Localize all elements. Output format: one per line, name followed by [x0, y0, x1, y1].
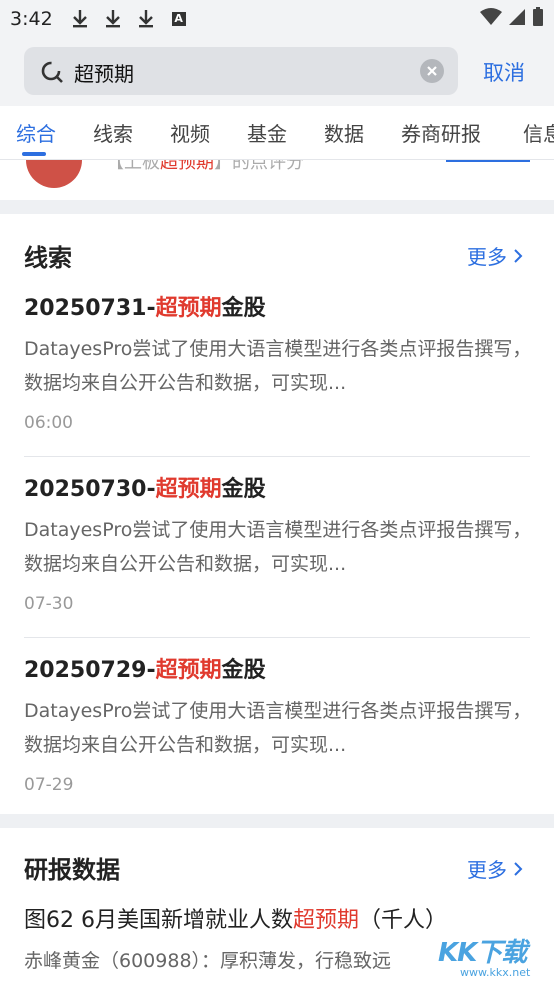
tab-info[interactable]: 信息: [523, 118, 554, 147]
divider: [24, 637, 530, 638]
clear-icon[interactable]: [420, 59, 444, 83]
divider: [24, 456, 530, 457]
tab-comprehensive[interactable]: 综合: [16, 118, 56, 147]
battery-icon: [532, 7, 544, 31]
chevron-right-icon: [513, 245, 523, 269]
partial-result-row[interactable]: 【上板超预期】的点评分: [0, 160, 554, 200]
tab-fund[interactable]: 基金: [247, 118, 287, 147]
item-time: 07-29: [24, 775, 74, 795]
a-icon: A: [171, 12, 186, 26]
clues-section: 线索 更多 20250731-超预期金股 DatayesPro尝试了使用大语言模…: [0, 214, 554, 814]
download-icon: [71, 9, 89, 29]
item-summary: DatayesPro尝试了使用大语言模型进行各类点评报告撰写，数据均来自公开公告…: [24, 519, 532, 575]
item-time: 06:00: [24, 413, 73, 433]
tab-data[interactable]: 数据: [324, 118, 364, 147]
section-title: 研报数据: [24, 856, 120, 884]
download-icon: [137, 9, 155, 29]
item-summary: DatayesPro尝试了使用大语言模型进行各类点评报告撰写，数据均来自公开公告…: [24, 338, 532, 394]
item-title: 20250729-超预期金股: [24, 658, 266, 683]
watermark-text: KK下载: [438, 938, 527, 968]
status-time: 3:42: [10, 8, 53, 30]
search-input[interactable]: 超预期: [24, 47, 458, 95]
signal-icon: [508, 8, 526, 30]
item-title: 20250731-超预期金股: [24, 296, 266, 321]
loading-search-icon: [40, 60, 64, 88]
wifi-icon: [480, 8, 502, 30]
item-summary: DatayesPro尝试了使用大语言模型进行各类点评报告撰写，数据均来自公开公告…: [24, 700, 532, 756]
watermark-logo: KK下载 www.kkx.net: [438, 932, 554, 984]
search-row: 超预期: [0, 38, 554, 106]
item-title: 20250730-超预期金股: [24, 477, 266, 502]
tab-video[interactable]: 视频: [170, 118, 210, 147]
list-item[interactable]: 20250730-超预期金股 DatayesPro尝试了使用大语言模型进行各类点…: [0, 471, 554, 652]
download-icon: [104, 9, 122, 29]
avatar: [26, 160, 82, 188]
list-item[interactable]: 20250731-超预期金股 DatayesPro尝试了使用大语言模型进行各类点…: [0, 290, 554, 471]
partial-result-text: 【上板超预期】的点评分: [106, 160, 304, 173]
item-time: 07-30: [24, 594, 74, 614]
watermark-url: www.kkx.net: [460, 966, 531, 979]
report-subtitle: 赤峰黄金（600988）：厚积薄发，行稳致远: [24, 950, 392, 972]
chevron-right-icon: [513, 858, 523, 882]
partial-button-edge: [446, 160, 530, 162]
cancel-button[interactable]: 取消: [483, 57, 525, 87]
search-query: 超预期: [74, 62, 134, 86]
status-bar: 3:42 A: [0, 0, 554, 38]
tab-broker-research[interactable]: 券商研报: [401, 118, 481, 147]
report-title[interactable]: 图62 6月美国新增就业人数超预期（千人）: [24, 902, 447, 934]
category-tabs: 综合 线索 视频 基金 数据 券商研报 信息: [0, 106, 554, 160]
clues-more-link[interactable]: 更多: [467, 241, 523, 270]
reports-more-link[interactable]: 更多: [467, 854, 523, 883]
list-item[interactable]: 20250729-超预期金股 DatayesPro尝试了使用大语言模型进行各类点…: [0, 652, 554, 833]
active-tab-indicator: [22, 152, 46, 156]
section-title: 线索: [24, 244, 72, 272]
tab-clues[interactable]: 线索: [93, 118, 133, 147]
status-indicators: [480, 7, 544, 31]
